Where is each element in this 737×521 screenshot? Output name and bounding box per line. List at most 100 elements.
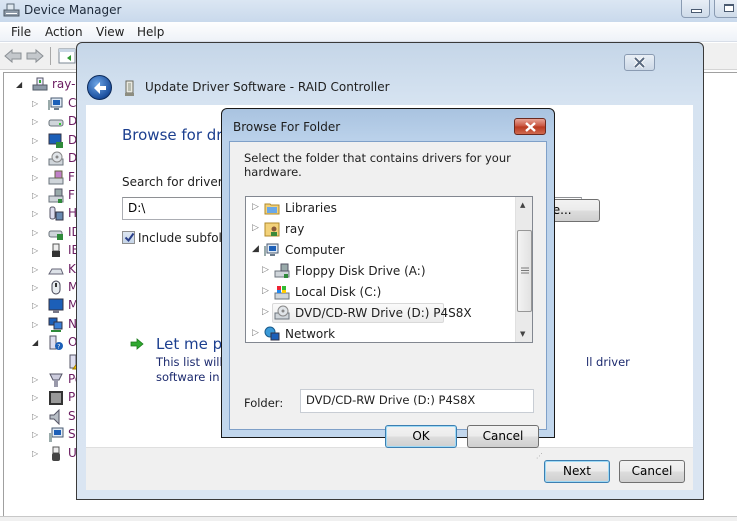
- network-icon: [264, 326, 281, 342]
- libraries-icon: [264, 200, 281, 216]
- scroll-up-icon[interactable]: ▲: [520, 201, 525, 209]
- folder-tree-item[interactable]: ▷ Libraries: [252, 198, 512, 219]
- monitor-icon: [48, 298, 64, 314]
- let-me-pick-link[interactable]: Let me pi: [156, 335, 226, 353]
- folder-tree-item[interactable]: ▷ Network: [252, 324, 512, 342]
- svg-text:?: ?: [57, 344, 60, 351]
- expand-arrow-icon[interactable]: ▷: [32, 283, 40, 292]
- expand-arrow-icon[interactable]: ▷: [262, 265, 269, 275]
- expand-arrow-icon[interactable]: ▷: [32, 301, 40, 310]
- expand-arrow-icon[interactable]: ▷: [262, 307, 269, 317]
- vertical-scrollbar[interactable]: ▲ ▼: [515, 197, 532, 342]
- keyboard-icon: [48, 262, 64, 278]
- expand-arrow-icon[interactable]: ▷: [32, 228, 40, 237]
- local-disk-icon: [274, 284, 291, 300]
- folder-tree-item[interactable]: ▷ ray: [252, 219, 512, 240]
- expand-arrow-icon[interactable]: ▷: [32, 412, 40, 421]
- next-button[interactable]: Next: [544, 460, 610, 483]
- folder-tree-item[interactable]: ▷ Local Disk (C:): [262, 282, 512, 303]
- wizard-heading: Browse for dri: [122, 126, 227, 144]
- expand-arrow-icon[interactable]: ▷: [262, 286, 269, 296]
- folder-tree-item-label: Floppy Disk Drive (A:): [295, 264, 426, 278]
- user-folder-icon: [264, 221, 281, 237]
- folder-tree-item-label: ray: [285, 222, 305, 236]
- menu-action[interactable]: Action: [45, 25, 83, 39]
- expand-arrow-icon[interactable]: ▷: [252, 223, 259, 233]
- menu-view[interactable]: View: [96, 25, 124, 39]
- dialog-description: Select the folder that contains drivers …: [244, 151, 511, 179]
- close-icon: [525, 122, 536, 132]
- status-bar: [0, 516, 737, 521]
- folder-tree-item[interactable]: ▷ DVD/CD-RW Drive (D:) P4S8X: [262, 303, 512, 324]
- folder-tree-item[interactable]: ▷ Floppy Disk Drive (A:): [262, 261, 512, 282]
- usb-controller-icon: [48, 446, 64, 462]
- expand-arrow-icon[interactable]: ▷: [32, 173, 40, 182]
- expand-arrow-icon[interactable]: ▷: [32, 375, 40, 384]
- include-subfolders-label[interactable]: Include subfold: [138, 231, 230, 245]
- expand-arrow-icon[interactable]: ▷: [32, 154, 40, 163]
- expand-arrow-icon[interactable]: ▷: [32, 265, 40, 274]
- menu-file[interactable]: File: [11, 25, 31, 39]
- wizard-title: Update Driver Software - RAID Controller: [145, 80, 390, 94]
- back-arrow-icon[interactable]: [4, 48, 22, 64]
- grip-icon: [521, 267, 529, 274]
- collapse-arrow-icon[interactable]: ◢: [252, 244, 259, 254]
- wizard-close-button[interactable]: [624, 54, 655, 71]
- expand-arrow-icon[interactable]: ▷: [32, 246, 40, 255]
- folder-tree-item[interactable]: ◢ Computer: [252, 240, 512, 261]
- expand-arrow-icon[interactable]: ▷: [32, 209, 40, 218]
- folder-input[interactable]: DVD/CD-RW Drive (D:) P4S8X: [300, 389, 534, 413]
- dialog-close-button[interactable]: [514, 118, 546, 135]
- expand-arrow-icon[interactable]: ▷: [252, 202, 259, 212]
- show-hide-console-tree-icon[interactable]: [58, 48, 76, 64]
- toolbar-separator: [50, 47, 51, 65]
- browse-for-folder-dialog: Browse For Folder Select the folder that…: [221, 108, 555, 460]
- scroll-down-icon[interactable]: ▼: [520, 330, 525, 338]
- system-devices-icon: [48, 427, 64, 443]
- include-subfolders-checkbox[interactable]: [122, 231, 135, 244]
- cancel-button[interactable]: Cancel: [467, 425, 539, 448]
- device-manager-icon: [3, 3, 20, 17]
- maximize-button[interactable]: [714, 0, 737, 18]
- computer-icon: [48, 96, 64, 112]
- expand-arrow-icon[interactable]: ▷: [32, 191, 40, 200]
- expand-arrow-icon[interactable]: ▷: [32, 430, 40, 439]
- folder-tree-item-label: Local Disk (C:): [295, 285, 382, 299]
- network-adapter-icon: [48, 317, 64, 333]
- minimize-button[interactable]: [681, 0, 710, 18]
- expand-arrow-icon[interactable]: ▷: [32, 393, 40, 402]
- floppy-drive-icon: [274, 263, 291, 279]
- display-adapter-icon: [48, 133, 64, 149]
- expand-arrow-icon[interactable]: ▷: [32, 320, 40, 329]
- folder-tree-item-label: Network: [285, 327, 336, 341]
- expand-arrow-icon[interactable]: ▷: [252, 328, 259, 338]
- dialog-client-area: Select the folder that contains drivers …: [229, 141, 547, 460]
- folder-tree-item-label: Computer: [285, 243, 345, 257]
- resize-grip-icon[interactable]: ⋰: [536, 452, 543, 460]
- forward-arrow-icon[interactable]: [26, 48, 44, 64]
- disk-drive-icon: [48, 114, 64, 130]
- expand-arrow-icon[interactable]: ▷: [32, 136, 40, 145]
- ieee1394-icon: [48, 243, 64, 259]
- menu-bar: File Action View Help: [0, 22, 737, 42]
- folder-tree-item-label: Libraries: [285, 201, 337, 215]
- scrollbar-thumb[interactable]: [517, 230, 532, 312]
- folder-tree[interactable]: ▷ Libraries ▷ ray ◢ Computer ▷ Floppy Disk Driv…: [245, 196, 533, 343]
- floppy-controller-icon: [48, 170, 64, 186]
- dvd-drive-icon: [48, 151, 64, 167]
- back-arrow-icon: [94, 82, 106, 94]
- menu-help[interactable]: Help: [137, 25, 164, 39]
- wizard-back-button[interactable]: [87, 75, 112, 100]
- title-bar: Device Manager: [0, 0, 737, 22]
- processor-icon: [48, 390, 64, 406]
- human-interface-device-icon: [48, 206, 64, 222]
- mouse-icon: [48, 280, 64, 296]
- ok-button[interactable]: OK: [385, 425, 457, 448]
- expand-arrow-icon[interactable]: ▷: [32, 117, 40, 126]
- collapse-arrow-icon[interactable]: ◢: [32, 338, 40, 347]
- expand-arrow-icon[interactable]: ▷: [32, 99, 40, 108]
- collapse-arrow-icon[interactable]: ◢: [16, 80, 24, 89]
- other-devices-icon: ?: [48, 335, 64, 351]
- wizard-cancel-button[interactable]: Cancel: [619, 460, 685, 483]
- expand-arrow-icon[interactable]: ▷: [32, 449, 40, 458]
